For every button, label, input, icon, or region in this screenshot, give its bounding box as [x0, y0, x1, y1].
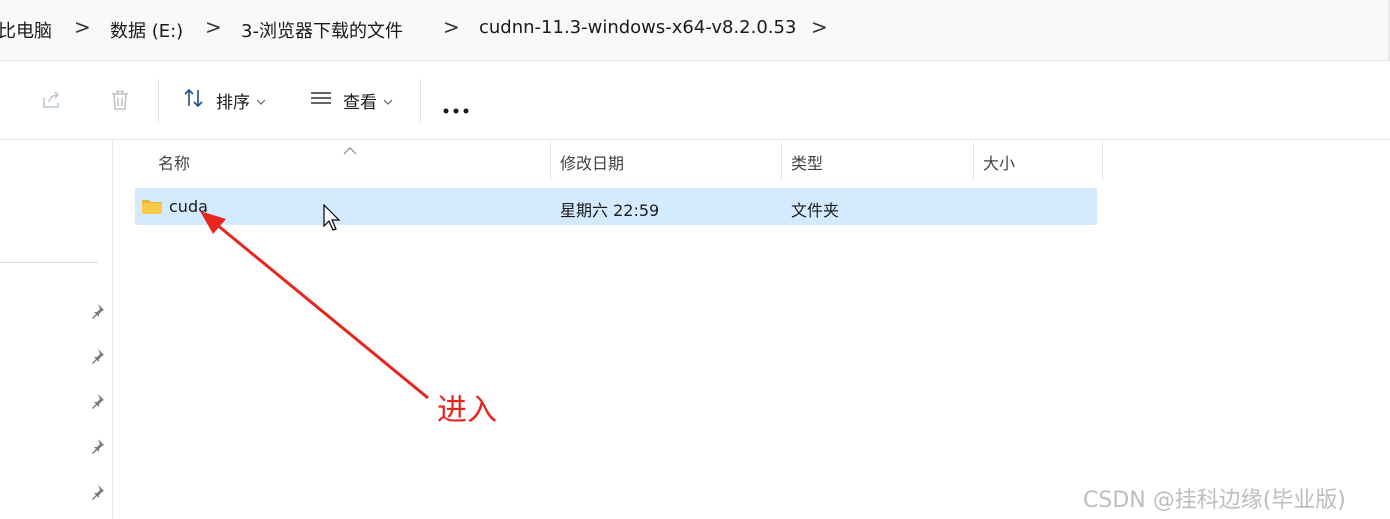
sort-label: 排序: [216, 92, 250, 113]
pin-icon: [89, 303, 105, 323]
table-row[interactable]: cuda 星期六 22:59 文件夹: [135, 188, 1097, 225]
pin-icon: [89, 438, 105, 458]
pin-icon: [89, 484, 105, 504]
address-bar[interactable]: 比电脑 > 数据 (E:) > 3-浏览器下载的文件 > cudnn-11.3-…: [0, 0, 1390, 61]
view-list-icon: [309, 86, 333, 114]
navigation-pane[interactable]: [0, 140, 113, 519]
column-divider[interactable]: [781, 142, 782, 180]
breadcrumb-separator[interactable]: >: [443, 15, 460, 39]
folder-icon: [141, 198, 163, 219]
more-icon[interactable]: [443, 99, 469, 118]
nav-divider: [0, 262, 98, 263]
file-name: cuda: [169, 197, 208, 216]
share-icon[interactable]: [40, 88, 64, 116]
pin-icon: [89, 348, 105, 368]
column-header-size[interactable]: 大小: [983, 150, 1015, 174]
watermark: CSDN @挂科边缘(毕业版): [1083, 488, 1346, 513]
breadcrumb-downloads-folder[interactable]: 3-浏览器下载的文件: [241, 17, 403, 43]
breadcrumb-drive-e[interactable]: 数据 (E:): [110, 17, 183, 43]
file-modified: 星期六 22:59: [560, 201, 660, 220]
column-divider[interactable]: [550, 142, 551, 180]
toolbar-divider: [158, 79, 159, 123]
chevron-down-icon: [383, 91, 393, 110]
sort-caret-icon: [343, 140, 357, 159]
column-header-modified[interactable]: 修改日期: [560, 150, 624, 174]
breadcrumb-separator[interactable]: >: [205, 15, 222, 39]
file-type: 文件夹: [791, 201, 840, 220]
sort-icon: [182, 86, 206, 114]
delete-icon[interactable]: [108, 88, 132, 116]
breadcrumb-cudnn-folder[interactable]: cudnn-11.3-windows-x64-v8.2.0.53: [479, 17, 796, 38]
sort-button[interactable]: 排序: [182, 87, 266, 113]
view-label: 查看: [343, 92, 377, 113]
cursor-icon: [323, 203, 343, 236]
column-divider[interactable]: [973, 142, 974, 180]
view-button[interactable]: 查看: [309, 87, 393, 113]
breadcrumb-separator[interactable]: >: [74, 15, 91, 39]
toolbar-divider: [420, 79, 421, 123]
breadcrumb-this-pc[interactable]: 比电脑: [0, 17, 52, 43]
annotation-label: 进入: [437, 393, 497, 428]
command-toolbar: 排序 查看: [0, 61, 1390, 140]
column-header-type[interactable]: 类型: [791, 150, 823, 174]
chevron-down-icon: [256, 91, 266, 110]
breadcrumb-separator[interactable]: >: [811, 15, 828, 39]
column-header-name[interactable]: 名称: [158, 150, 190, 174]
pin-icon: [89, 393, 105, 413]
column-divider[interactable]: [1102, 142, 1103, 180]
